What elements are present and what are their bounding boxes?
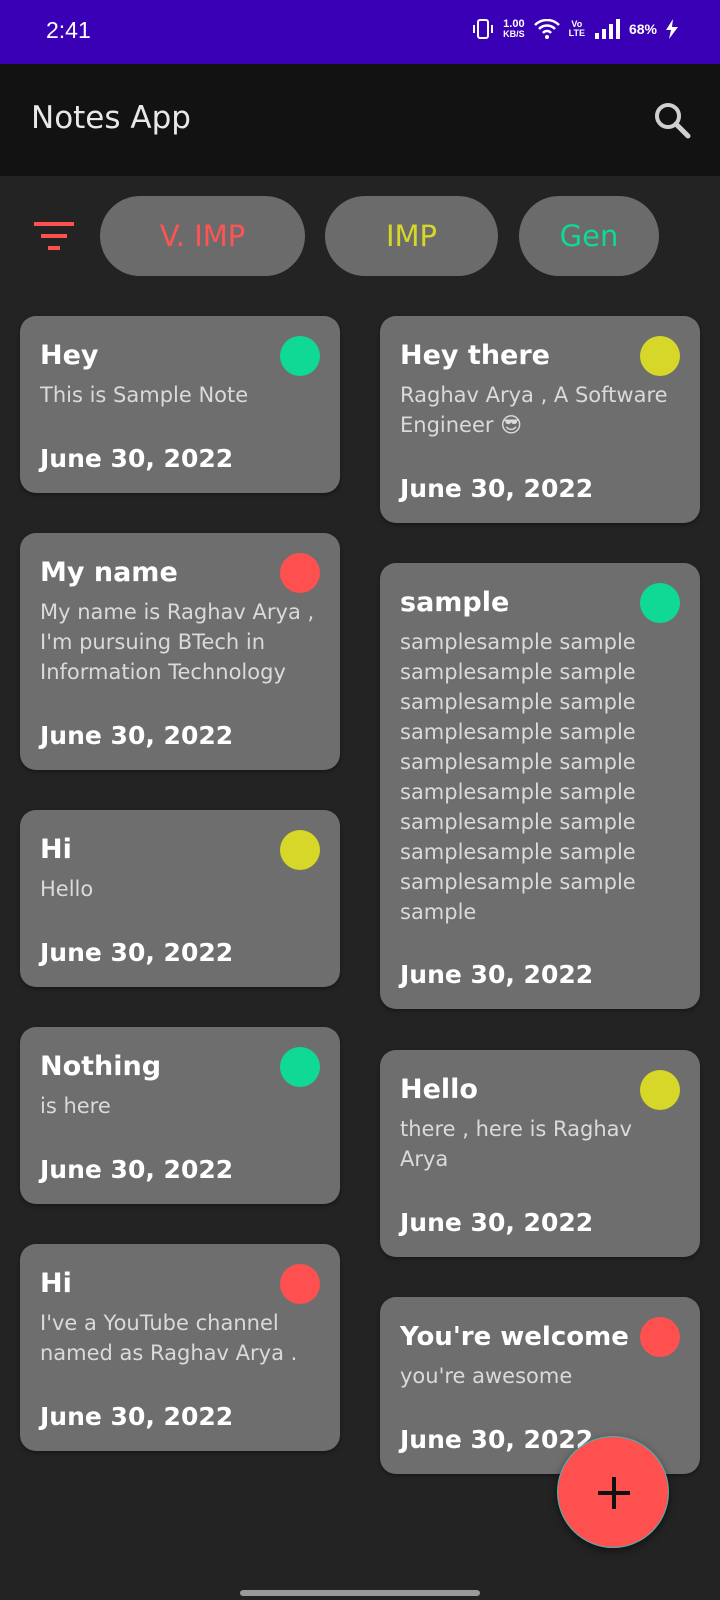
status-bar: 2:41 1.00 KB/S Vo LTE 68%: [0, 0, 720, 64]
battery-level: 68%: [628, 21, 657, 37]
note-title: Nothing: [40, 1051, 162, 1082]
note-card[interactable]: Nothing is here June 30, 2022: [20, 1027, 340, 1204]
note-card[interactable]: Hi I've a YouTube channel named as Ragha…: [20, 1244, 340, 1451]
note-date: June 30, 2022: [40, 1155, 234, 1184]
priority-dot: [280, 1047, 320, 1087]
note-title: Hello: [400, 1074, 478, 1105]
note-card[interactable]: sample samplesample sample samplesample …: [380, 563, 700, 1009]
note-card[interactable]: You're welcome you're awesome June 30, 2…: [380, 1297, 700, 1474]
filter-chip-gen[interactable]: Gen: [519, 196, 659, 276]
note-body: there , here is Raghav Arya: [400, 1117, 632, 1171]
note-title: Hey there: [400, 340, 550, 371]
status-time: 2:41: [46, 17, 91, 43]
note-title: Hi: [40, 834, 72, 865]
net-speed: 1.00 KB/S: [503, 18, 525, 40]
note-card[interactable]: Hey there Raghav Arya , A Software Engin…: [380, 316, 700, 523]
filter-chip-imp[interactable]: IMP: [325, 196, 498, 276]
search-icon[interactable]: [652, 100, 692, 140]
note-body: This is Sample Note: [40, 383, 249, 407]
home-indicator[interactable]: [240, 1590, 480, 1596]
note-body: samplesample sample samplesample sample …: [400, 630, 636, 924]
note-title: Hey: [40, 340, 99, 371]
note-title: Hi: [40, 1268, 72, 1299]
note-date: June 30, 2022: [400, 960, 594, 989]
priority-dot: [280, 830, 320, 870]
note-date: June 30, 2022: [40, 938, 234, 967]
note-card[interactable]: Hey This is Sample Note June 30, 2022: [20, 316, 340, 493]
priority-dot: [280, 336, 320, 376]
net-speed-value: 1.00: [503, 18, 525, 30]
priority-dot: [640, 336, 680, 376]
note-body: you're awesome: [400, 1364, 573, 1388]
priority-dot: [280, 1264, 320, 1304]
note-title: My name: [40, 557, 178, 588]
note-card[interactable]: Hi Hello June 30, 2022: [20, 810, 340, 987]
app-bar: Notes App: [0, 64, 720, 176]
signal-icon: [594, 19, 620, 39]
priority-dot: [640, 583, 680, 623]
wifi-icon: [533, 19, 560, 39]
note-title: You're welcome: [400, 1322, 629, 1352]
volte-indicator: Vo LTE: [569, 20, 585, 38]
filter-icon[interactable]: [34, 220, 74, 252]
note-title: sample: [400, 587, 510, 618]
priority-dot: [640, 1070, 680, 1110]
net-speed-unit: KB/S: [503, 29, 525, 39]
note-date: June 30, 2022: [40, 444, 234, 473]
note-date: June 30, 2022: [400, 1208, 594, 1237]
volte-bottom: LTE: [568, 28, 585, 38]
note-date: June 30, 2022: [400, 1425, 594, 1454]
note-body: is here: [40, 1094, 111, 1118]
app-title: Notes App: [31, 100, 191, 136]
note-date: June 30, 2022: [400, 474, 594, 503]
note-card[interactable]: My name My name is Raghav Arya , I'm pur…: [20, 533, 340, 770]
add-note-button[interactable]: [557, 1436, 669, 1548]
priority-dot: [640, 1317, 680, 1357]
status-icons: 1.00 KB/S Vo LTE 68%: [472, 18, 678, 40]
note-body: My name is Raghav Arya , I'm pursuing BT…: [40, 600, 315, 684]
plus-icon: [598, 1477, 630, 1509]
note-body: Raghav Arya , A Software Engineer 😎: [400, 383, 668, 437]
note-body: I've a YouTube channel named as Raghav A…: [40, 1311, 298, 1365]
filter-chip-v-imp[interactable]: V. IMP: [100, 196, 305, 276]
charging-icon: [666, 19, 678, 39]
note-date: June 30, 2022: [40, 721, 234, 750]
vibrate-icon: [473, 19, 494, 39]
note-body: Hello: [40, 877, 94, 901]
note-date: June 30, 2022: [40, 1402, 234, 1431]
note-card[interactable]: Hello there , here is Raghav Arya June 3…: [380, 1050, 700, 1257]
priority-dot: [280, 553, 320, 593]
